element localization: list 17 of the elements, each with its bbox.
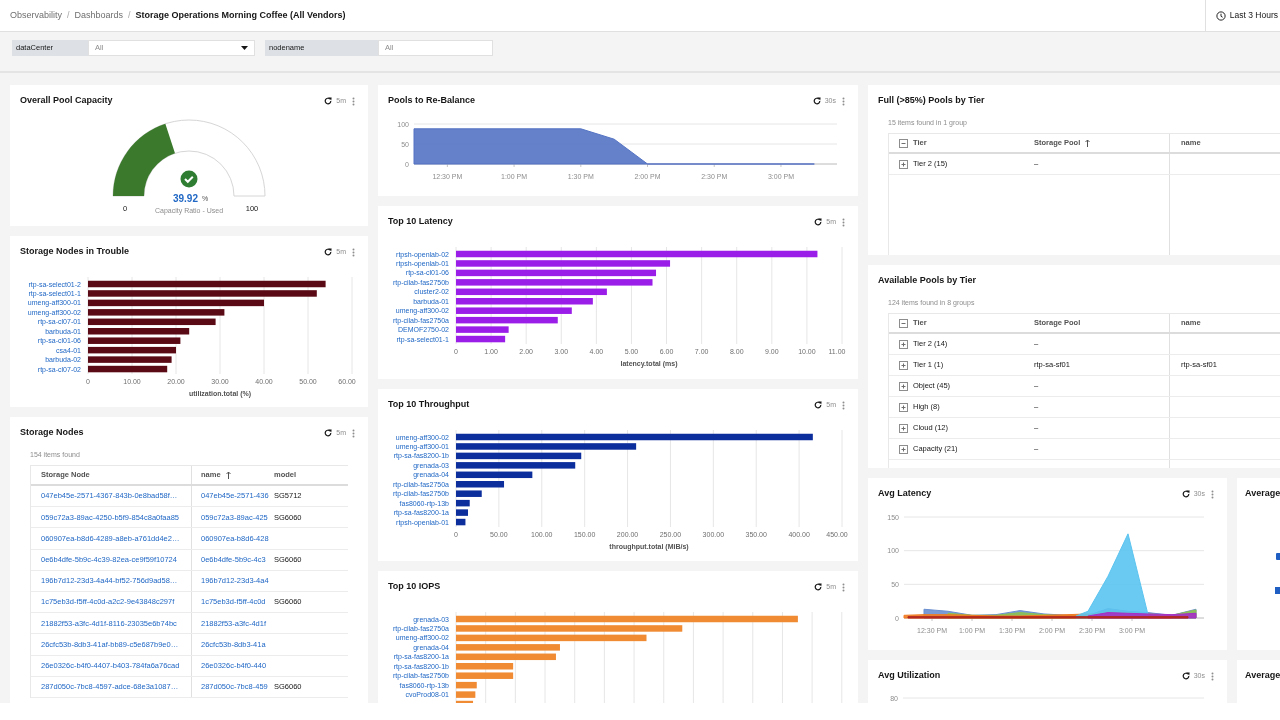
panel-title: Storage Nodes: [20, 426, 84, 440]
panel-title: Top 10 Throughput: [388, 398, 470, 412]
panel-title: Full (>85%) Pools by Tier: [878, 94, 985, 108]
breadcrumb-separator: /: [128, 8, 131, 22]
page-title: Storage Operations Morning Coffee (All Vendors): [135, 8, 346, 22]
breadcrumb-separator: /: [67, 8, 70, 22]
panel-title: Storage Nodes in Trouble: [20, 245, 129, 259]
panel-title: Average: [1245, 487, 1280, 501]
panel-title: Available Pools by Tier: [878, 274, 977, 288]
panel-title: Average: [1245, 669, 1280, 683]
panel-title: Pools to Re-Balance: [388, 94, 476, 108]
panel-title: Top 10 IOPS: [388, 580, 441, 594]
panel-title: Overall Pool Capacity: [20, 94, 113, 108]
panel-title: Top 10 Latency: [388, 215, 453, 229]
panel-title: Avg Latency: [878, 487, 932, 501]
gauge-value: 39.92: [172, 193, 198, 204]
panel-title: Avg Utilization: [878, 669, 941, 683]
